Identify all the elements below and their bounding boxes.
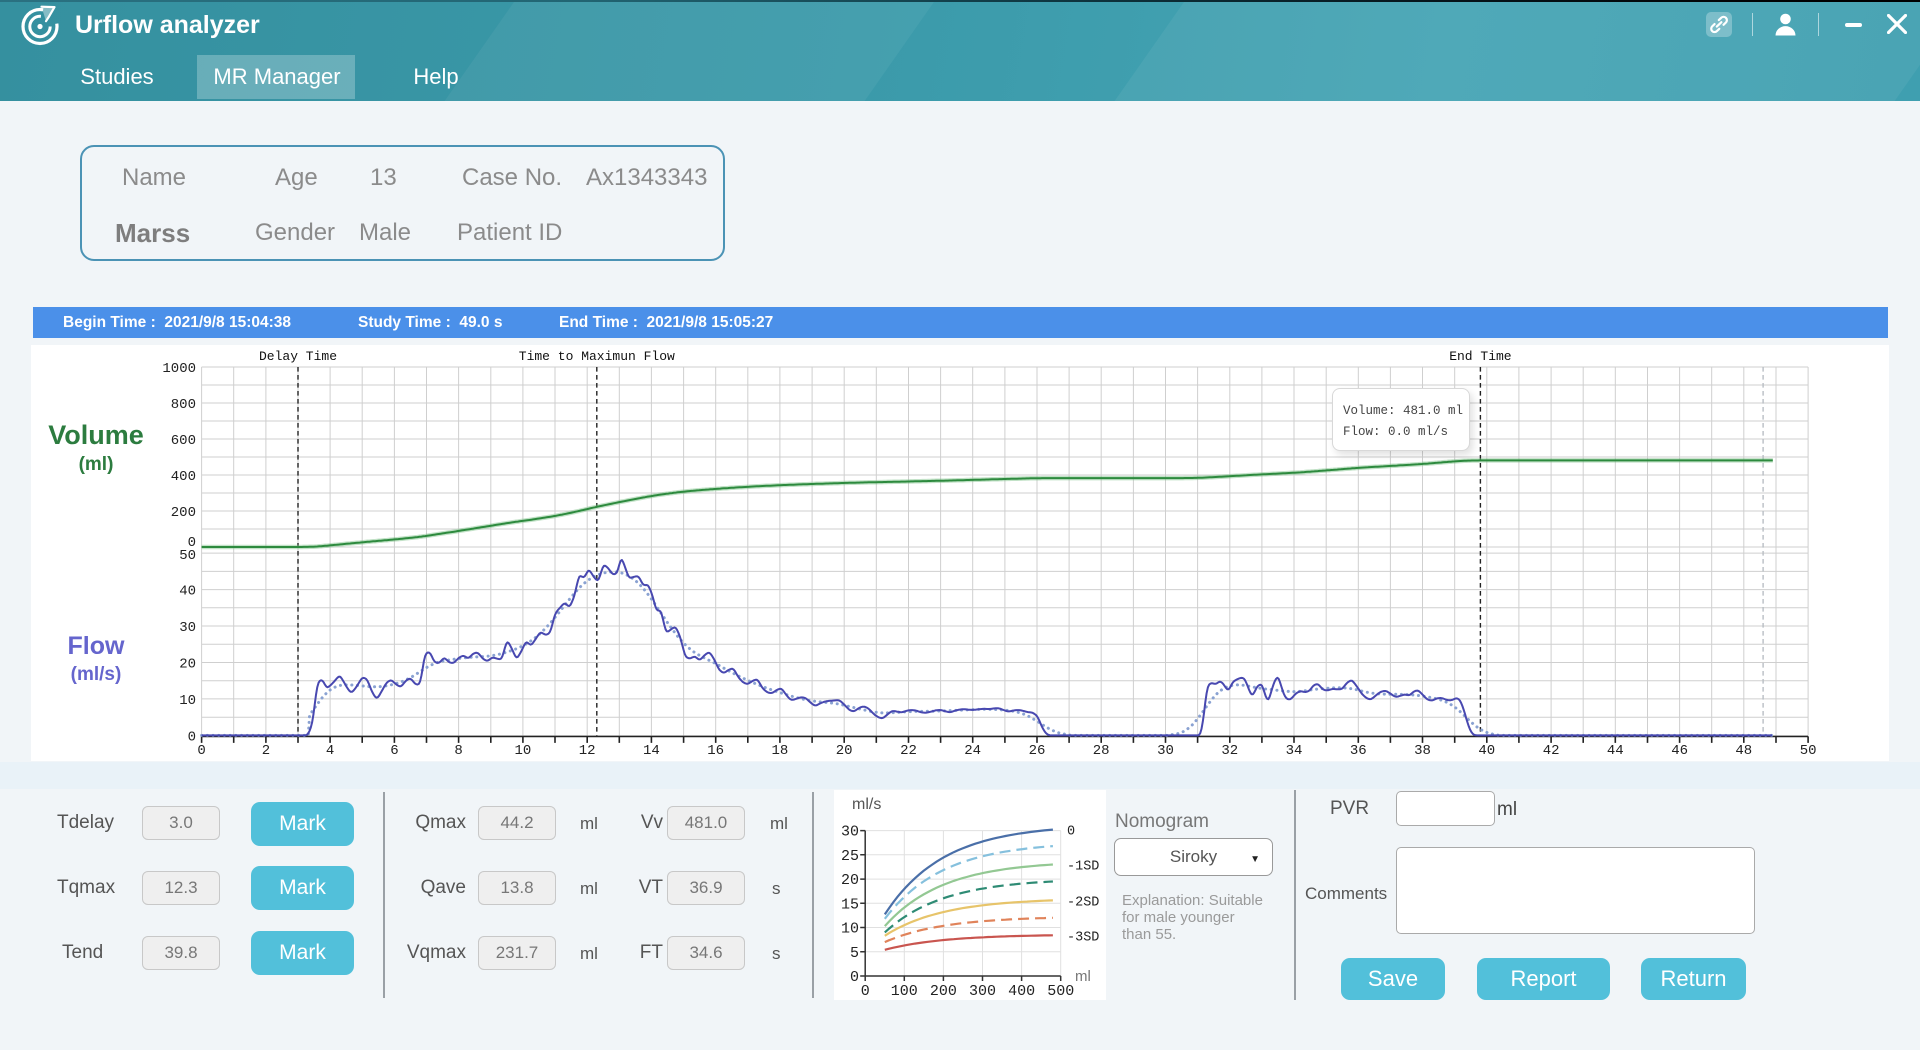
- svg-text:34: 34: [1286, 743, 1303, 759]
- svg-text:400: 400: [171, 469, 196, 485]
- svg-text:40: 40: [1478, 743, 1495, 759]
- svg-text:30: 30: [179, 620, 196, 636]
- svg-text:5: 5: [850, 945, 859, 962]
- svg-text:36: 36: [1350, 743, 1367, 759]
- svg-text:32: 32: [1221, 743, 1238, 759]
- svg-text:0: 0: [861, 983, 870, 1000]
- svg-text:38: 38: [1414, 743, 1431, 759]
- svg-text:30: 30: [841, 824, 859, 841]
- svg-text:End Time: End Time: [1449, 349, 1511, 364]
- svg-text:200: 200: [930, 983, 957, 1000]
- svg-text:0: 0: [850, 969, 859, 986]
- svg-text:0: 0: [1067, 825, 1075, 840]
- svg-text:26: 26: [1029, 743, 1046, 759]
- svg-text:2: 2: [262, 743, 270, 759]
- svg-text:10: 10: [514, 743, 531, 759]
- svg-text:50: 50: [179, 548, 196, 564]
- svg-text:-3SD: -3SD: [1067, 930, 1099, 945]
- svg-text:500: 500: [1047, 983, 1074, 1000]
- svg-text:200: 200: [171, 505, 196, 521]
- svg-text:15: 15: [841, 896, 859, 913]
- svg-text:18: 18: [771, 743, 788, 759]
- svg-text:1000: 1000: [162, 361, 196, 377]
- svg-text:40: 40: [179, 584, 196, 600]
- svg-text:20: 20: [841, 872, 859, 889]
- svg-text:8: 8: [454, 743, 462, 759]
- svg-text:0: 0: [188, 729, 196, 745]
- svg-text:4: 4: [326, 743, 334, 759]
- svg-text:0: 0: [197, 743, 205, 759]
- svg-text:-2SD: -2SD: [1067, 895, 1099, 910]
- svg-text:10: 10: [841, 921, 859, 938]
- svg-text:Delay Time: Delay Time: [259, 349, 337, 364]
- svg-text:25: 25: [841, 848, 859, 865]
- svg-text:14: 14: [643, 743, 660, 759]
- svg-text:30: 30: [1157, 743, 1174, 759]
- svg-text:800: 800: [171, 397, 196, 413]
- svg-text:400: 400: [1008, 983, 1035, 1000]
- svg-text:-1SD: -1SD: [1067, 860, 1099, 875]
- svg-text:ml: ml: [1075, 968, 1091, 985]
- svg-text:600: 600: [171, 433, 196, 449]
- svg-text:44: 44: [1607, 743, 1624, 759]
- svg-text:300: 300: [969, 983, 996, 1000]
- svg-text:12: 12: [579, 743, 596, 759]
- svg-text:24: 24: [964, 743, 981, 759]
- svg-text:16: 16: [707, 743, 724, 759]
- svg-text:46: 46: [1671, 743, 1688, 759]
- svg-text:20: 20: [836, 743, 853, 759]
- svg-text:100: 100: [891, 983, 918, 1000]
- svg-text:22: 22: [900, 743, 917, 759]
- svg-text:Time to Maximun Flow: Time to Maximun Flow: [519, 349, 675, 364]
- svg-text:28: 28: [1093, 743, 1110, 759]
- svg-text:6: 6: [390, 743, 398, 759]
- svg-text:20: 20: [179, 657, 196, 673]
- svg-text:ml/s: ml/s: [852, 796, 881, 813]
- svg-text:50: 50: [1800, 743, 1817, 759]
- svg-text:42: 42: [1543, 743, 1560, 759]
- svg-text:48: 48: [1735, 743, 1752, 759]
- svg-text:10: 10: [179, 693, 196, 709]
